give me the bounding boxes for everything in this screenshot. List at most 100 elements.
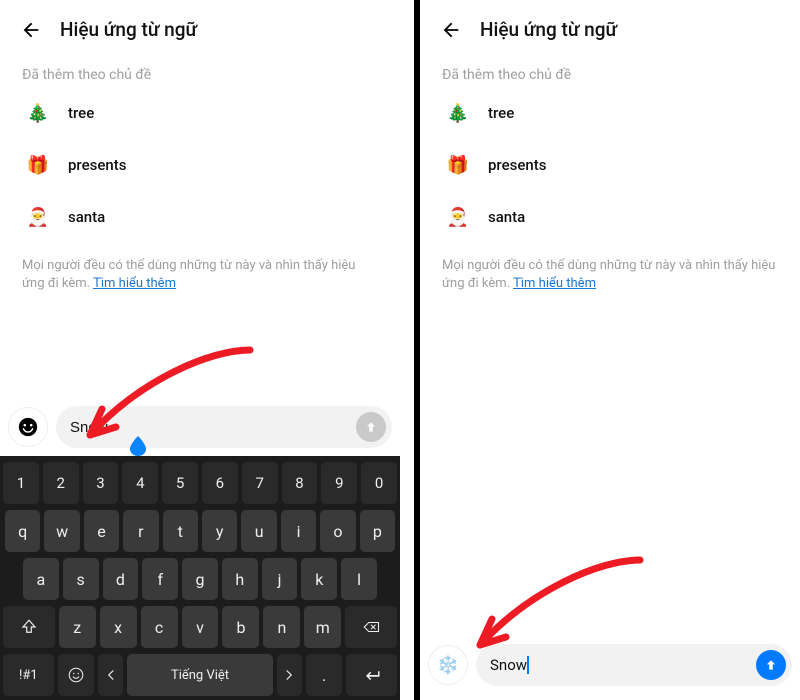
- key-f[interactable]: f: [142, 558, 178, 600]
- key-l[interactable]: l: [341, 558, 377, 600]
- key-v[interactable]: v: [182, 606, 219, 648]
- list-item-label: tree: [68, 104, 94, 122]
- key-5[interactable]: 5: [162, 462, 198, 504]
- message-text-field[interactable]: [56, 406, 392, 448]
- key-r[interactable]: r: [123, 510, 158, 552]
- key-h[interactable]: h: [222, 558, 258, 600]
- key-6[interactable]: 6: [202, 462, 238, 504]
- tree-icon: 🎄: [22, 97, 54, 129]
- list-item-label: presents: [488, 156, 546, 174]
- hint-text: Mọi người đều có thể dùng những từ này v…: [420, 243, 800, 297]
- key-a[interactable]: a: [23, 558, 59, 600]
- send-button[interactable]: [756, 650, 786, 680]
- key-y[interactable]: y: [202, 510, 237, 552]
- key-t[interactable]: t: [163, 510, 198, 552]
- key-7[interactable]: 7: [242, 462, 278, 504]
- keyboard-row-numbers: 1 2 3 4 5 6 7 8 9 0: [3, 462, 397, 504]
- key-language-left[interactable]: [98, 654, 123, 696]
- key-p[interactable]: p: [360, 510, 395, 552]
- key-emoji[interactable]: [58, 654, 94, 696]
- key-enter[interactable]: [346, 654, 397, 696]
- key-i[interactable]: i: [281, 510, 316, 552]
- list-item[interactable]: 🎁 presents: [420, 139, 800, 191]
- list-item-label: santa: [68, 208, 105, 226]
- message-input-row: [0, 398, 400, 456]
- emoji-picker-button[interactable]: [8, 407, 48, 447]
- key-period[interactable]: .: [306, 654, 342, 696]
- section-label: Đã thêm theo chủ đề: [0, 51, 400, 87]
- hint-prefix: Mọi người đều có thể dùng những từ này v…: [442, 258, 775, 291]
- key-o[interactable]: o: [320, 510, 355, 552]
- key-backspace[interactable]: [345, 606, 397, 648]
- key-x[interactable]: x: [100, 606, 137, 648]
- santa-icon: 🎅: [442, 201, 474, 233]
- key-1[interactable]: 1: [3, 462, 39, 504]
- key-8[interactable]: 8: [282, 462, 318, 504]
- key-q[interactable]: q: [5, 510, 40, 552]
- keyboard-row-asdf: a s d f g h j k l: [3, 558, 397, 600]
- key-g[interactable]: g: [182, 558, 218, 600]
- santa-icon: 🎅: [22, 201, 54, 233]
- key-symbols[interactable]: !#1: [3, 654, 54, 696]
- key-shift[interactable]: [3, 606, 55, 648]
- list-item-label: tree: [488, 104, 514, 122]
- key-b[interactable]: b: [222, 606, 259, 648]
- key-4[interactable]: 4: [122, 462, 158, 504]
- key-m[interactable]: m: [304, 606, 341, 648]
- key-space[interactable]: Tiếng Việt: [127, 654, 272, 696]
- keyboard-row-bottom: !#1 Tiếng Việt .: [3, 654, 397, 696]
- emoji-picker-button[interactable]: ❄️: [428, 645, 468, 685]
- panel-right: Hiệu ứng từ ngữ Đã thêm theo chủ đề 🎄 tr…: [420, 0, 800, 700]
- message-input-value[interactable]: Snow: [490, 656, 527, 674]
- spacer: [420, 297, 800, 636]
- text-cursor-icon: [527, 656, 529, 674]
- key-9[interactable]: 9: [321, 462, 357, 504]
- list-item-label: presents: [68, 156, 126, 174]
- key-z[interactable]: z: [59, 606, 96, 648]
- message-input[interactable]: [70, 419, 348, 436]
- hint-prefix: Mọi người đều có thể dùng những từ này v…: [22, 258, 355, 291]
- hint-text: Mọi người đều có thể dùng những từ này v…: [0, 243, 400, 297]
- key-n[interactable]: n: [263, 606, 300, 648]
- header: Hiệu ứng từ ngữ: [420, 0, 800, 51]
- key-w[interactable]: w: [44, 510, 79, 552]
- list-item[interactable]: 🎅 santa: [0, 191, 400, 243]
- key-j[interactable]: j: [262, 558, 298, 600]
- back-button[interactable]: [440, 19, 462, 41]
- section-label: Đã thêm theo chủ đề: [420, 51, 800, 87]
- soft-keyboard: 1 2 3 4 5 6 7 8 9 0 q w e r t y u i o p …: [0, 456, 400, 700]
- keyboard-row-qwerty: q w e r t y u i o p: [3, 510, 397, 552]
- gift-icon: 🎁: [22, 149, 54, 181]
- list-item[interactable]: 🎄 tree: [0, 87, 400, 139]
- page-title: Hiệu ứng từ ngữ: [480, 18, 617, 41]
- word-effect-list: 🎄 tree 🎁 presents 🎅 santa: [0, 87, 400, 243]
- tree-icon: 🎄: [442, 97, 474, 129]
- key-d[interactable]: d: [103, 558, 139, 600]
- learn-more-link[interactable]: Tìm hiểu thêm: [93, 276, 176, 291]
- gift-icon: 🎁: [442, 149, 474, 181]
- spacer: [0, 297, 400, 398]
- key-2[interactable]: 2: [43, 462, 79, 504]
- word-effect-list: 🎄 tree 🎁 presents 🎅 santa: [420, 87, 800, 243]
- send-button[interactable]: [356, 412, 386, 442]
- panel-left: Hiệu ứng từ ngữ Đã thêm theo chủ đề 🎄 tr…: [0, 0, 400, 700]
- key-3[interactable]: 3: [83, 462, 119, 504]
- key-u[interactable]: u: [241, 510, 276, 552]
- key-e[interactable]: e: [84, 510, 119, 552]
- key-c[interactable]: c: [141, 606, 178, 648]
- list-item[interactable]: 🎁 presents: [0, 139, 400, 191]
- page-title: Hiệu ứng từ ngữ: [60, 18, 197, 41]
- key-0[interactable]: 0: [361, 462, 397, 504]
- key-s[interactable]: s: [63, 558, 99, 600]
- back-button[interactable]: [20, 19, 42, 41]
- learn-more-link[interactable]: Tìm hiểu thêm: [513, 276, 596, 291]
- message-input-row: ❄️ Snow: [420, 636, 800, 694]
- keyboard-row-zxcv: z x c v b n m: [3, 606, 397, 648]
- list-item[interactable]: 🎄 tree: [420, 87, 800, 139]
- list-item[interactable]: 🎅 santa: [420, 191, 800, 243]
- key-k[interactable]: k: [301, 558, 337, 600]
- list-item-label: santa: [488, 208, 525, 226]
- message-text-field[interactable]: Snow: [476, 644, 792, 686]
- text-cursor-handle-icon[interactable]: [130, 436, 146, 456]
- key-language-right[interactable]: [277, 654, 302, 696]
